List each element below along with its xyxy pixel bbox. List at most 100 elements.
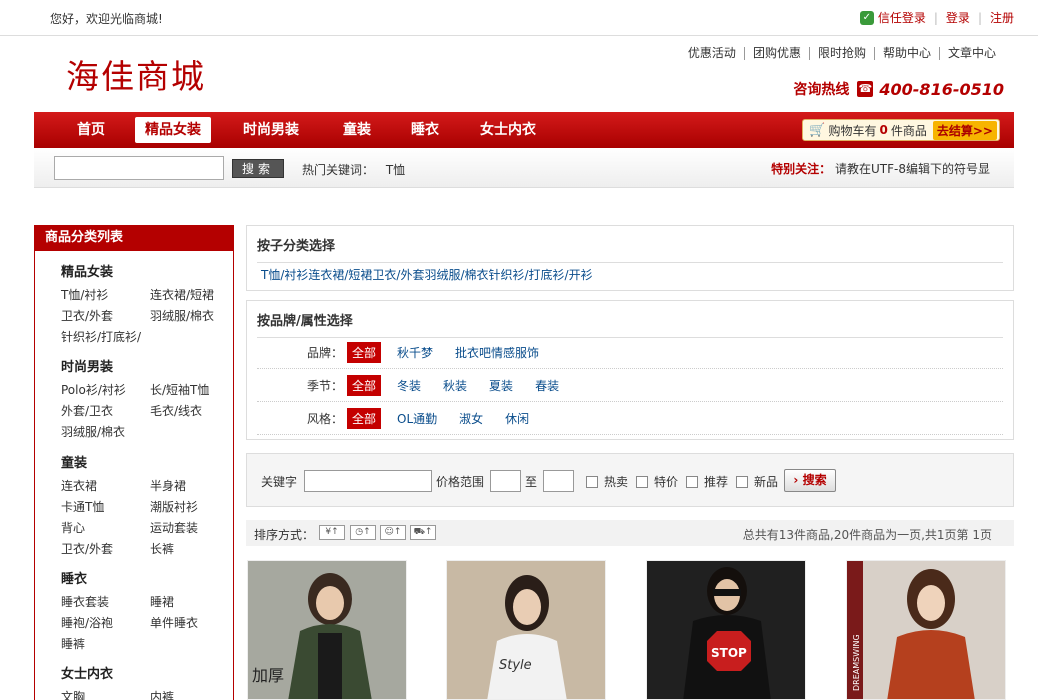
product-image[interactable]: Style bbox=[446, 560, 606, 700]
hot-checkbox-label: 热卖 bbox=[604, 475, 629, 489]
tab-sleepwear[interactable]: 睡衣 bbox=[401, 117, 449, 143]
nav-link-help[interactable]: 帮助中心 bbox=[873, 47, 939, 60]
brand-option[interactable]: 秋千梦 bbox=[397, 344, 433, 361]
season-option[interactable]: 秋装 bbox=[443, 377, 467, 394]
hot-keyword-link[interactable]: T恤 bbox=[386, 163, 405, 177]
category-link[interactable]: 针织衫/打底衫/ bbox=[61, 328, 150, 345]
welcome-text: 您好，欢迎光临商城! bbox=[50, 12, 163, 26]
product-photo: 加厚 bbox=[248, 561, 406, 699]
checkout-button[interactable]: 去结算>> bbox=[932, 120, 997, 140]
nav-link-promotions[interactable]: 优惠活动 bbox=[680, 47, 744, 60]
hotline: 咨询热线 ☎ 400-816-0510 bbox=[793, 79, 1004, 99]
sort-by-sales-icon[interactable]: ⛟↑ bbox=[410, 525, 436, 540]
category-link[interactable]: 潮版衬衫 bbox=[150, 498, 230, 515]
divider: | bbox=[977, 10, 982, 25]
tab-home[interactable]: 首页 bbox=[67, 117, 115, 143]
style-option[interactable]: OL通勤 bbox=[397, 410, 437, 427]
category-link[interactable]: 睡袍/浴袍 bbox=[61, 614, 150, 631]
sort-by-popularity-icon[interactable]: ☺↑ bbox=[380, 525, 406, 540]
site-logo[interactable]: 海佳商城 bbox=[66, 50, 206, 98]
category-link[interactable]: 文胸 bbox=[61, 688, 150, 700]
special-price-checkbox[interactable] bbox=[636, 476, 648, 488]
tab-women[interactable]: 精品女装 bbox=[135, 117, 211, 143]
category-title[interactable]: 睡衣 bbox=[61, 568, 230, 587]
nav-link-group-buy[interactable]: 团购优惠 bbox=[743, 47, 809, 60]
season-option[interactable]: 冬装 bbox=[397, 377, 421, 394]
style-option[interactable]: 淑女 bbox=[459, 410, 483, 427]
nav-link-articles[interactable]: 文章中心 bbox=[938, 47, 1004, 60]
category-link[interactable]: 睡衣套装 bbox=[61, 593, 150, 610]
category-link[interactable]: 半身裙 bbox=[150, 477, 230, 494]
category-link[interactable]: 运动套装 bbox=[150, 519, 230, 536]
tab-kids[interactable]: 童装 bbox=[333, 117, 381, 143]
category-link[interactable]: 毛衣/线衣 bbox=[150, 402, 230, 419]
subcategory-link[interactable]: 羽绒服/棉衣 bbox=[424, 266, 488, 283]
category-title[interactable]: 精品女装 bbox=[61, 261, 230, 280]
style-option[interactable]: 休闲 bbox=[505, 410, 529, 427]
season-option[interactable]: 夏装 bbox=[489, 377, 513, 394]
new-checkbox[interactable] bbox=[736, 476, 748, 488]
subcategory-link[interactable]: T恤/衬衫 bbox=[261, 266, 308, 283]
category-link[interactable]: 单件睡衣 bbox=[150, 614, 230, 631]
trust-login-link[interactable]: 信任登录 bbox=[878, 9, 926, 26]
category-link[interactable]: 外套/卫衣 bbox=[61, 402, 150, 419]
hot-checkbox[interactable] bbox=[586, 476, 598, 488]
category-title[interactable]: 女士内衣 bbox=[61, 663, 230, 682]
category-link[interactable]: 羽绒服/棉衣 bbox=[150, 307, 230, 324]
category-title[interactable]: 童装 bbox=[61, 452, 230, 471]
search-button[interactable]: 搜索 bbox=[232, 159, 284, 178]
subcategory-title: 按子分类选择 bbox=[257, 239, 336, 254]
product-image[interactable]: 加厚 bbox=[247, 560, 407, 700]
filter-search-button[interactable]: › 搜索 bbox=[784, 469, 836, 492]
nav-link-flash-sale[interactable]: 限时抢购 bbox=[808, 47, 874, 60]
brand-all-button[interactable]: 全部 bbox=[347, 342, 382, 363]
search-input[interactable] bbox=[54, 156, 224, 180]
sort-by-price-icon[interactable]: ¥↑ bbox=[319, 525, 345, 540]
phone-icon: ☎ bbox=[857, 81, 874, 97]
style-all-button[interactable]: 全部 bbox=[347, 408, 382, 429]
tab-lingerie[interactable]: 女士内衣 bbox=[470, 117, 546, 143]
sort-label: 排序方式： bbox=[254, 528, 315, 542]
subcategory-panel: 按子分类选择 T恤/衬衫 连衣裙/短裙 卫衣/外套 羽绒服/棉衣 针织衫/打底衫… bbox=[246, 225, 1014, 291]
category-link[interactable]: 卫衣/外套 bbox=[61, 307, 150, 324]
subcategory-link[interactable]: 连衣裙/短裙 bbox=[308, 266, 372, 283]
cart-summary[interactable]: 🛒 购物车有 0 件商品 去结算>> bbox=[802, 119, 1000, 141]
category-link[interactable]: 背心 bbox=[61, 519, 150, 536]
sort-by-time-icon[interactable]: ◷↑ bbox=[350, 525, 376, 540]
category-link[interactable]: 羽绒服/棉衣 bbox=[61, 423, 150, 440]
category-link[interactable]: 卡通T恤 bbox=[61, 498, 150, 515]
category-link[interactable]: 长裤 bbox=[150, 540, 230, 557]
price-min-input[interactable] bbox=[490, 470, 521, 492]
login-link[interactable]: 登录 bbox=[946, 9, 970, 26]
category-link[interactable]: 内裤 bbox=[150, 688, 230, 700]
category-title[interactable]: 时尚男装 bbox=[61, 356, 230, 375]
category-link[interactable]: 睡裙 bbox=[150, 593, 230, 610]
tab-men[interactable]: 时尚男装 bbox=[233, 117, 309, 143]
notice-link[interactable]: 请教在UTF-8编辑下的符号显 bbox=[835, 162, 990, 176]
category-sidebar: 商品分类列表 精品女装 T恤/衬衫 连衣裙/短裙 卫衣/外套 羽绒服/棉衣 针织… bbox=[34, 225, 234, 700]
subcategory-link[interactable]: 卫衣/外套 bbox=[372, 266, 424, 283]
price-max-input[interactable] bbox=[543, 470, 574, 492]
product-overlay-text: STOP bbox=[711, 646, 747, 660]
category-link[interactable]: 睡裤 bbox=[61, 635, 150, 652]
season-option[interactable]: 春装 bbox=[535, 377, 559, 394]
category-link[interactable]: 连衣裙/短裙 bbox=[150, 286, 230, 303]
style-filter-row: 风格： 全部 OL通勤 淑女 休闲 bbox=[257, 403, 1003, 435]
category-link[interactable]: 卫衣/外套 bbox=[61, 540, 150, 557]
notice: 特别关注： 请教在UTF-8编辑下的符号显 bbox=[771, 160, 990, 177]
divider: | bbox=[933, 10, 938, 25]
category-link[interactable]: 连衣裙 bbox=[61, 477, 150, 494]
brand-option[interactable]: 批衣吧情感服饰 bbox=[455, 344, 539, 361]
keyword-input[interactable] bbox=[304, 470, 432, 492]
category-link[interactable]: Polo衫/衬衫 bbox=[61, 381, 150, 398]
category-link[interactable]: T恤/衬衫 bbox=[61, 286, 150, 303]
product-image[interactable]: DREAMSWING bbox=[846, 560, 1006, 700]
season-all-button[interactable]: 全部 bbox=[347, 375, 382, 396]
recommend-checkbox[interactable] bbox=[686, 476, 698, 488]
subcategory-link[interactable]: 针织衫/打底衫/开衫 bbox=[489, 266, 593, 283]
cart-suffix: 件商品 bbox=[890, 123, 927, 138]
category-link[interactable]: 长/短袖T恤 bbox=[150, 381, 230, 398]
category-women: 精品女装 T恤/衬衫 连衣裙/短裙 卫衣/外套 羽绒服/棉衣 针织衫/打底衫/ bbox=[61, 261, 230, 345]
register-link[interactable]: 注册 bbox=[990, 9, 1014, 26]
product-image[interactable]: STOP bbox=[646, 560, 806, 700]
